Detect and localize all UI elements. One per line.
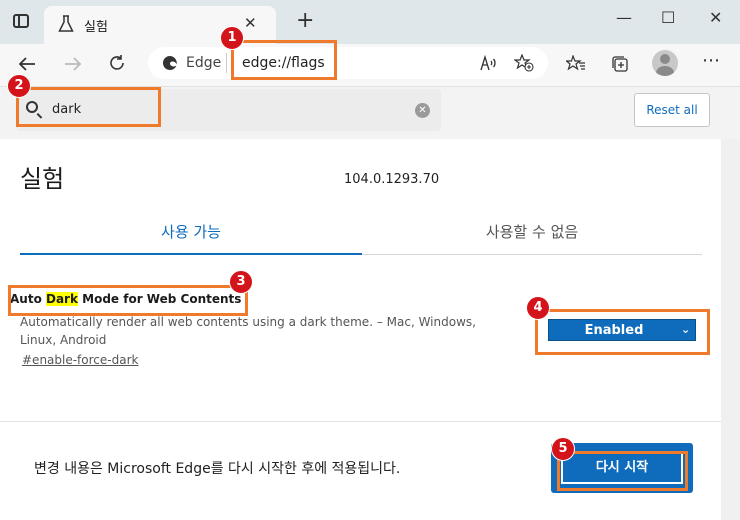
address-separator <box>226 53 227 73</box>
clear-search-icon[interactable]: ✕ <box>415 103 430 118</box>
annotation-box-relaunch <box>557 451 688 491</box>
tabs-icon[interactable] <box>13 14 29 28</box>
annotation-badge-2: 2 <box>7 74 31 98</box>
close-window-button[interactable]: ✕ <box>709 8 722 27</box>
tab-title: 실험 <box>84 20 108 35</box>
relaunch-message: 변경 내용은 Microsoft Edge를 다시 시작한 후에 적용됩니다. <box>34 461 401 477</box>
more-icon[interactable]: ⋯ <box>702 50 720 71</box>
tab-close-icon[interactable]: ✕ <box>244 14 257 32</box>
tab-active-indicator <box>20 253 362 255</box>
scrollbar[interactable] <box>721 139 740 520</box>
read-aloud-icon[interactable] <box>480 55 498 71</box>
profile-icon[interactable] <box>652 50 678 76</box>
new-tab-button[interactable]: + <box>296 10 314 32</box>
reset-all-button[interactable]: Reset all <box>634 93 710 127</box>
flag-description: Automatically render all web contents us… <box>20 315 476 347</box>
minimize-button[interactable]: — <box>616 8 632 27</box>
tab-strip: 실험 ✕ + — ☐ ✕ <box>0 0 740 44</box>
tab-unavailable[interactable]: 사용할 수 없음 <box>362 221 702 242</box>
annotation-box-search <box>16 87 161 127</box>
annotation-box-select <box>535 309 710 355</box>
tab-available[interactable]: 사용 가능 <box>20 221 362 242</box>
annotation-badge-1: 1 <box>220 26 244 50</box>
annotation-badge-3: 3 <box>229 270 253 294</box>
version-number: 104.0.1293.70 <box>344 172 440 187</box>
flask-icon <box>58 15 74 32</box>
flag-permalink[interactable]: #enable-force-dark <box>22 353 138 367</box>
annotation-badge-5: 5 <box>551 437 575 461</box>
annotation-box-flag-title <box>8 285 248 316</box>
back-icon[interactable] <box>18 56 36 72</box>
collections-icon[interactable] <box>610 54 630 74</box>
maximize-button[interactable]: ☐ <box>661 8 675 27</box>
annotation-box-url <box>231 40 337 80</box>
page-title: 실험 <box>20 165 65 193</box>
add-favorite-icon[interactable] <box>514 54 534 72</box>
edge-logo <box>162 55 177 70</box>
forward-icon[interactable] <box>64 56 82 72</box>
edge-label: Edge <box>186 55 222 71</box>
annotation-badge-4: 4 <box>526 296 550 320</box>
favorites-icon[interactable] <box>566 55 586 73</box>
toolbar: Edge edge://flags ⋯ <box>0 44 740 86</box>
refresh-icon[interactable] <box>108 54 126 72</box>
address-bar[interactable]: Edge edge://flags <box>148 47 548 79</box>
